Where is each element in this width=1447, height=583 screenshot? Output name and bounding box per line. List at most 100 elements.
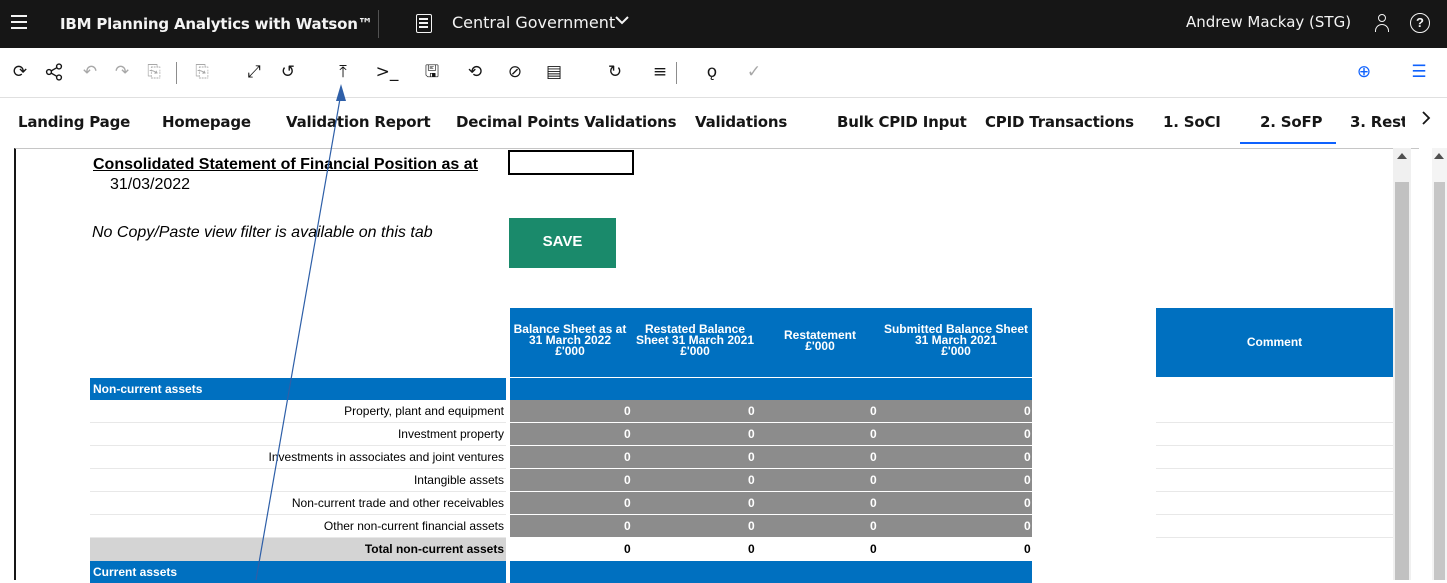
check-icon[interactable]: ✓ bbox=[742, 58, 766, 86]
cell-value[interactable]: 0 bbox=[624, 492, 631, 515]
sandbox-icon[interactable]: ⊘ bbox=[503, 58, 527, 86]
cell-value[interactable]: 0 bbox=[624, 423, 631, 446]
snapshot-icon[interactable]: ⎘ bbox=[190, 58, 214, 86]
page-scrollbar[interactable] bbox=[1432, 148, 1447, 580]
column-header-restatement: Restatement £'000 bbox=[760, 308, 880, 377]
share-icon[interactable] bbox=[42, 58, 66, 86]
tab-validation-report[interactable]: Validation Report bbox=[286, 113, 431, 131]
comment-cell[interactable] bbox=[1156, 423, 1393, 446]
user-name[interactable]: Andrew Mackay (STG) bbox=[1186, 13, 1351, 31]
tab-homepage[interactable]: Homepage bbox=[162, 113, 251, 131]
expand-icon[interactable]: ⤢ bbox=[242, 58, 266, 86]
table-row[interactable]: 0 0 0 0 bbox=[510, 469, 1032, 492]
redo-icon[interactable]: ↷ bbox=[110, 58, 134, 86]
sheet-scrollbar[interactable] bbox=[1393, 148, 1411, 580]
scroll-up-icon[interactable] bbox=[1434, 153, 1444, 159]
comment-cell[interactable] bbox=[1156, 400, 1393, 423]
cell-value[interactable]: 0 bbox=[1024, 423, 1031, 446]
cell-value[interactable]: 0 bbox=[870, 423, 877, 446]
tab-soci[interactable]: 1. SoCI bbox=[1163, 113, 1221, 131]
column-header-submitted-2021: Submitted Balance Sheet 31 March 2021 £'… bbox=[880, 308, 1032, 377]
cell-value[interactable]: 0 bbox=[870, 492, 877, 515]
row-label: Non-current trade and other receivables bbox=[90, 492, 506, 515]
save-button[interactable]: SAVE bbox=[509, 218, 616, 268]
cell-value[interactable]: 0 bbox=[748, 400, 755, 423]
sheet-tabs: Landing Page Homepage Validation Report … bbox=[0, 98, 1447, 146]
table-row[interactable]: 0 0 0 0 bbox=[510, 492, 1032, 515]
snapshot-icon[interactable]: ⎘ bbox=[142, 58, 166, 86]
align-icon[interactable]: ≡ bbox=[648, 58, 672, 86]
sync-icon[interactable]: ↻ bbox=[603, 58, 627, 86]
comment-cell[interactable] bbox=[1156, 515, 1393, 538]
cell-value[interactable]: 0 bbox=[624, 400, 631, 423]
cell-value[interactable]: 0 bbox=[748, 423, 755, 446]
tab-landing-page[interactable]: Landing Page bbox=[18, 113, 130, 131]
cell-value[interactable]: 0 bbox=[870, 515, 877, 538]
date-input[interactable] bbox=[508, 150, 634, 175]
comment-cell[interactable] bbox=[1156, 492, 1393, 515]
column-header-line: £'000 bbox=[941, 344, 971, 358]
column-header-line: £'000 bbox=[805, 339, 835, 353]
cell-value[interactable]: 0 bbox=[624, 446, 631, 469]
total-value: 0 bbox=[624, 542, 631, 556]
section-band bbox=[510, 378, 1032, 400]
cell-value[interactable]: 0 bbox=[870, 446, 877, 469]
cell-value[interactable]: 0 bbox=[748, 446, 755, 469]
tab-sofp[interactable]: 2. SoFP bbox=[1260, 113, 1323, 131]
cell-value[interactable]: 0 bbox=[1024, 446, 1031, 469]
comment-cell[interactable] bbox=[1156, 469, 1393, 492]
tab-bulk-cpid-input[interactable]: Bulk CPID Input bbox=[837, 113, 967, 131]
row-label: Investments in associates and joint vent… bbox=[90, 446, 506, 469]
cell-value[interactable]: 0 bbox=[1024, 469, 1031, 492]
stack-icon[interactable]: ☰ bbox=[1407, 58, 1431, 86]
command-icon[interactable]: >_ bbox=[375, 58, 399, 86]
table-row[interactable]: 0 0 0 0 bbox=[510, 446, 1032, 469]
row-label: Other non-current financial assets bbox=[90, 515, 506, 538]
chevron-right-icon[interactable] bbox=[1420, 110, 1432, 131]
tab-validations[interactable]: Validations bbox=[695, 113, 787, 131]
restore-icon[interactable]: ⟲ bbox=[463, 58, 487, 86]
reset-icon[interactable]: ↺ bbox=[276, 58, 300, 86]
refresh-icon[interactable]: ⟳ bbox=[8, 58, 32, 86]
row-label: Investment property bbox=[90, 423, 506, 446]
hamburger-menu-icon[interactable] bbox=[11, 15, 27, 31]
top-navigation-bar: IBM Planning Analytics with Watson™ Cent… bbox=[0, 0, 1447, 48]
tab-decimal-points-validations[interactable]: Decimal Points Validations bbox=[456, 113, 676, 131]
total-value: 0 bbox=[1024, 542, 1031, 556]
save-icon[interactable]: 🖫 bbox=[420, 58, 444, 86]
help-icon[interactable]: ? bbox=[1410, 13, 1430, 33]
cell-value[interactable]: 0 bbox=[748, 469, 755, 492]
product-name: IBM Planning Analytics with Watson™ bbox=[60, 15, 373, 33]
chevron-down-icon[interactable] bbox=[614, 12, 630, 33]
workspace-name[interactable]: Central Government bbox=[452, 13, 615, 32]
scroll-up-icon[interactable] bbox=[1397, 153, 1407, 159]
scrollbar-thumb[interactable] bbox=[1434, 182, 1445, 580]
top-icon[interactable]: ⤒ bbox=[331, 58, 355, 86]
cell-value[interactable]: 0 bbox=[1024, 515, 1031, 538]
data-icon[interactable]: ▤ bbox=[542, 58, 566, 86]
header-divider bbox=[378, 10, 379, 38]
cell-value[interactable]: 0 bbox=[1024, 492, 1031, 515]
cell-value[interactable]: 0 bbox=[1024, 400, 1031, 423]
table-row[interactable]: 0 0 0 0 bbox=[510, 400, 1032, 423]
toolbar-divider bbox=[176, 62, 177, 84]
cell-value[interactable]: 0 bbox=[870, 400, 877, 423]
cell-value[interactable]: 0 bbox=[748, 492, 755, 515]
table-row[interactable]: 0 0 0 0 bbox=[510, 423, 1032, 446]
cell-value[interactable]: 0 bbox=[624, 469, 631, 492]
cell-value[interactable]: 0 bbox=[624, 515, 631, 538]
copy-paste-note: No Copy/Paste view filter is available o… bbox=[92, 224, 433, 241]
sheet-date: 31/03/2022 bbox=[110, 176, 191, 193]
zoom-icon[interactable]: ⊕ bbox=[1352, 58, 1376, 86]
cell-value[interactable]: 0 bbox=[870, 469, 877, 492]
undo-icon[interactable]: ↶ bbox=[78, 58, 102, 86]
probe-icon[interactable]: ǫ bbox=[700, 58, 724, 86]
scrollbar-thumb[interactable] bbox=[1395, 182, 1409, 580]
row-label: Property, plant and equipment bbox=[90, 400, 506, 423]
comment-cell[interactable] bbox=[1156, 446, 1393, 469]
user-icon[interactable] bbox=[1375, 14, 1389, 33]
tab-cpid-transactions[interactable]: CPID Transactions bbox=[985, 113, 1134, 131]
active-tab-indicator bbox=[1240, 142, 1336, 144]
table-row[interactable]: 0 0 0 0 bbox=[510, 515, 1032, 538]
cell-value[interactable]: 0 bbox=[748, 515, 755, 538]
